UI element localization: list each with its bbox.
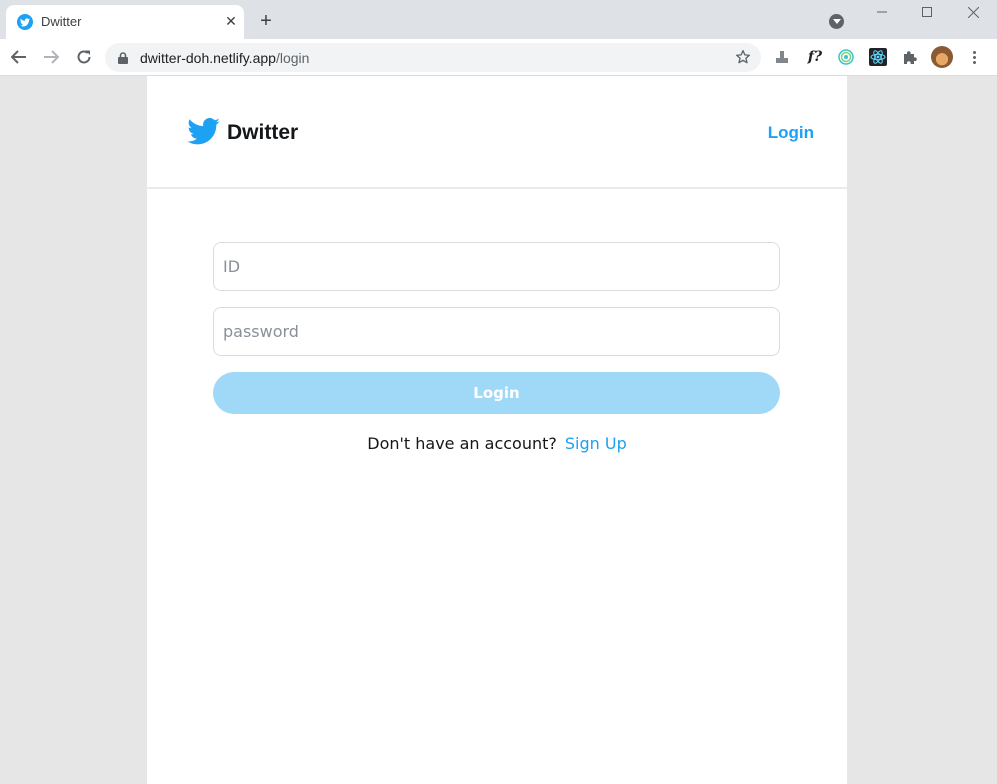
lock-icon — [118, 51, 128, 69]
signup-prompt: Don't have an account? — [367, 434, 557, 453]
url-host: dwitter-doh.netlify.app — [140, 50, 276, 66]
page-viewport: Dwitter Login Login Don't have an accoun… — [0, 76, 997, 784]
minimize-icon[interactable] — [873, 4, 891, 20]
tab-close-icon[interactable]: ✕ — [221, 11, 241, 31]
tab-title: Dwitter — [41, 14, 82, 29]
url-text: dwitter-doh.netlify.app/login — [140, 50, 309, 66]
bookmark-star-icon[interactable] — [735, 49, 751, 70]
app-header: Dwitter Login — [147, 76, 847, 189]
twitter-bird-icon[interactable] — [187, 118, 220, 150]
profile-avatar[interactable] — [931, 46, 953, 68]
download-extension-icon[interactable] — [773, 48, 791, 66]
signup-link[interactable]: Sign Up — [565, 434, 627, 453]
signup-prompt-row: Don't have an account? Sign Up — [147, 434, 847, 453]
password-input[interactable] — [213, 307, 780, 356]
spiral-extension-icon[interactable] — [837, 48, 855, 66]
reload-icon[interactable] — [73, 46, 95, 68]
browser-tabstrip: Dwitter ✕ + — [0, 0, 997, 39]
tab-search-icon[interactable] — [829, 14, 844, 29]
whatfont-extension-icon[interactable]: f? — [804, 48, 826, 66]
forward-arrow-icon[interactable] — [40, 46, 62, 68]
puzzle-extensions-icon[interactable] — [901, 48, 919, 66]
browser-toolbar: dwitter-doh.netlify.app/login f? — [0, 39, 997, 76]
react-devtools-icon[interactable] — [869, 48, 887, 66]
address-bar[interactable]: dwitter-doh.netlify.app/login — [105, 43, 761, 72]
back-arrow-icon[interactable] — [8, 46, 30, 68]
browser-menu-icon[interactable] — [965, 48, 983, 66]
maximize-icon[interactable] — [918, 4, 936, 20]
window-close-icon[interactable] — [964, 4, 982, 20]
browser-tab[interactable]: Dwitter ✕ — [6, 5, 244, 39]
login-button[interactable]: Login — [213, 372, 780, 414]
brand-title[interactable]: Dwitter — [227, 121, 298, 145]
url-path: /login — [275, 50, 310, 66]
id-input[interactable] — [213, 242, 780, 291]
new-tab-icon[interactable]: + — [256, 10, 276, 32]
header-login-link[interactable]: Login — [768, 123, 814, 143]
app-container: Dwitter Login Login Don't have an accoun… — [147, 76, 847, 784]
twitter-bird-icon — [17, 14, 33, 30]
